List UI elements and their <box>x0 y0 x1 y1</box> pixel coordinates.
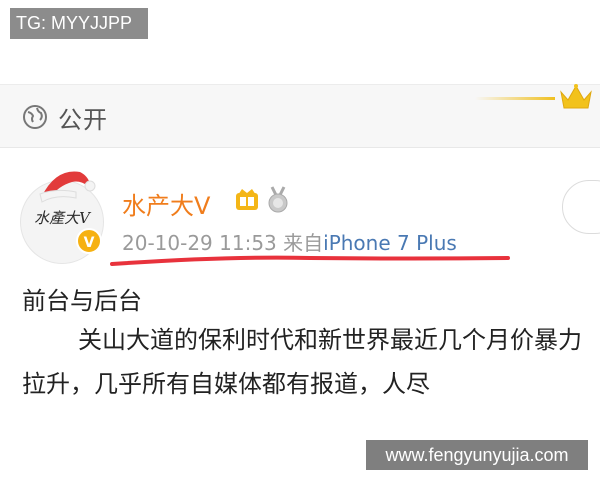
crown-icon <box>560 84 592 109</box>
post-title: 前台与后台 <box>22 287 142 315</box>
avatar-calligraphy: 水產大V <box>34 209 90 227</box>
vip-icon <box>236 189 258 210</box>
section-divider <box>0 147 600 148</box>
author-name[interactable]: 水产大V <box>122 186 210 221</box>
decorative-gold-line <box>475 97 555 100</box>
follow-button[interactable] <box>562 180 600 234</box>
globe-icon <box>23 105 47 129</box>
red-underline-annotation <box>110 255 510 266</box>
tg-watermark-badge: TG: MYYJJPP <box>10 8 148 39</box>
santa-hat-icon <box>39 171 96 203</box>
site-watermark: www.fengyunyujia.com <box>366 440 588 470</box>
medal-icon <box>268 186 288 213</box>
verified-v-icon: V <box>76 228 102 254</box>
visibility-label[interactable]: 公开 <box>58 100 108 135</box>
content-fade <box>0 394 600 418</box>
